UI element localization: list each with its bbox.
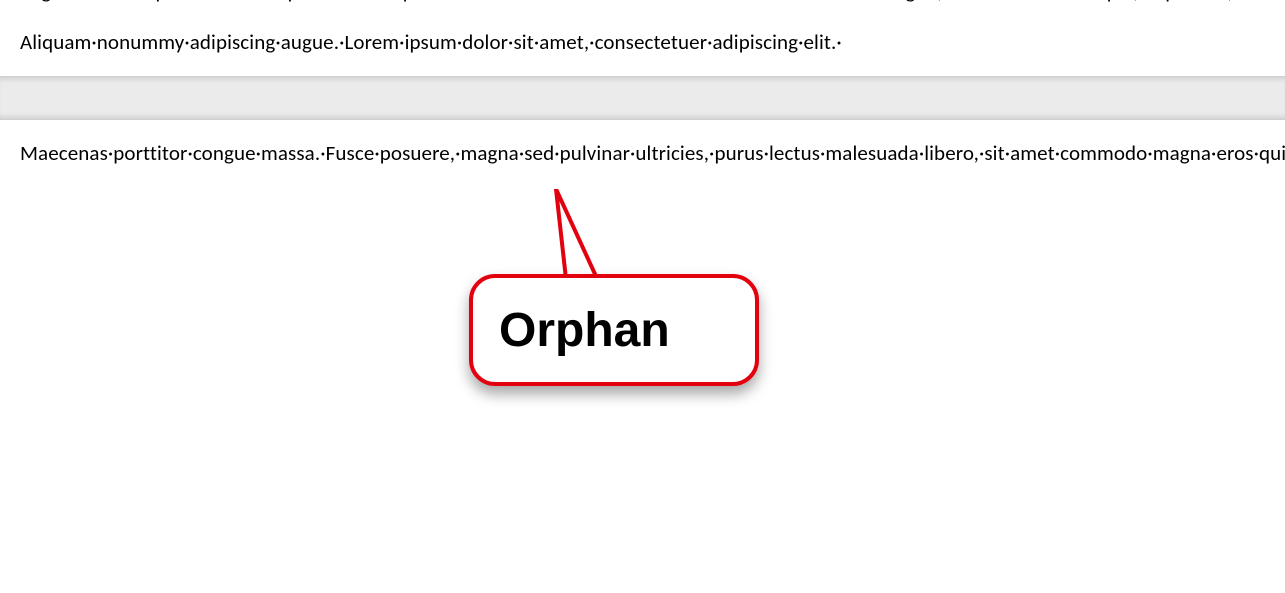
callout-label: Orphan [499, 303, 670, 358]
paragraph: augue.·Nam·vulputate.·Duis·a·quam·non·ne… [20, 0, 1265, 7]
document-page-1: augue.·Nam·vulputate.·Duis·a·quam·non·ne… [0, 0, 1285, 76]
orphan-line: Aliquam·nonummy·adipiscing·augue.·Lorem·… [20, 27, 1265, 58]
callout-tail-icon [548, 189, 618, 285]
paragraph: Maecenas·porttitor·congue·massa.·Fusce·p… [20, 138, 1265, 169]
orphan-callout: Orphan [469, 274, 759, 386]
page-break-gap [0, 76, 1285, 120]
document-page-2: Maecenas·porttitor·congue·massa.·Fusce·p… [0, 120, 1285, 169]
